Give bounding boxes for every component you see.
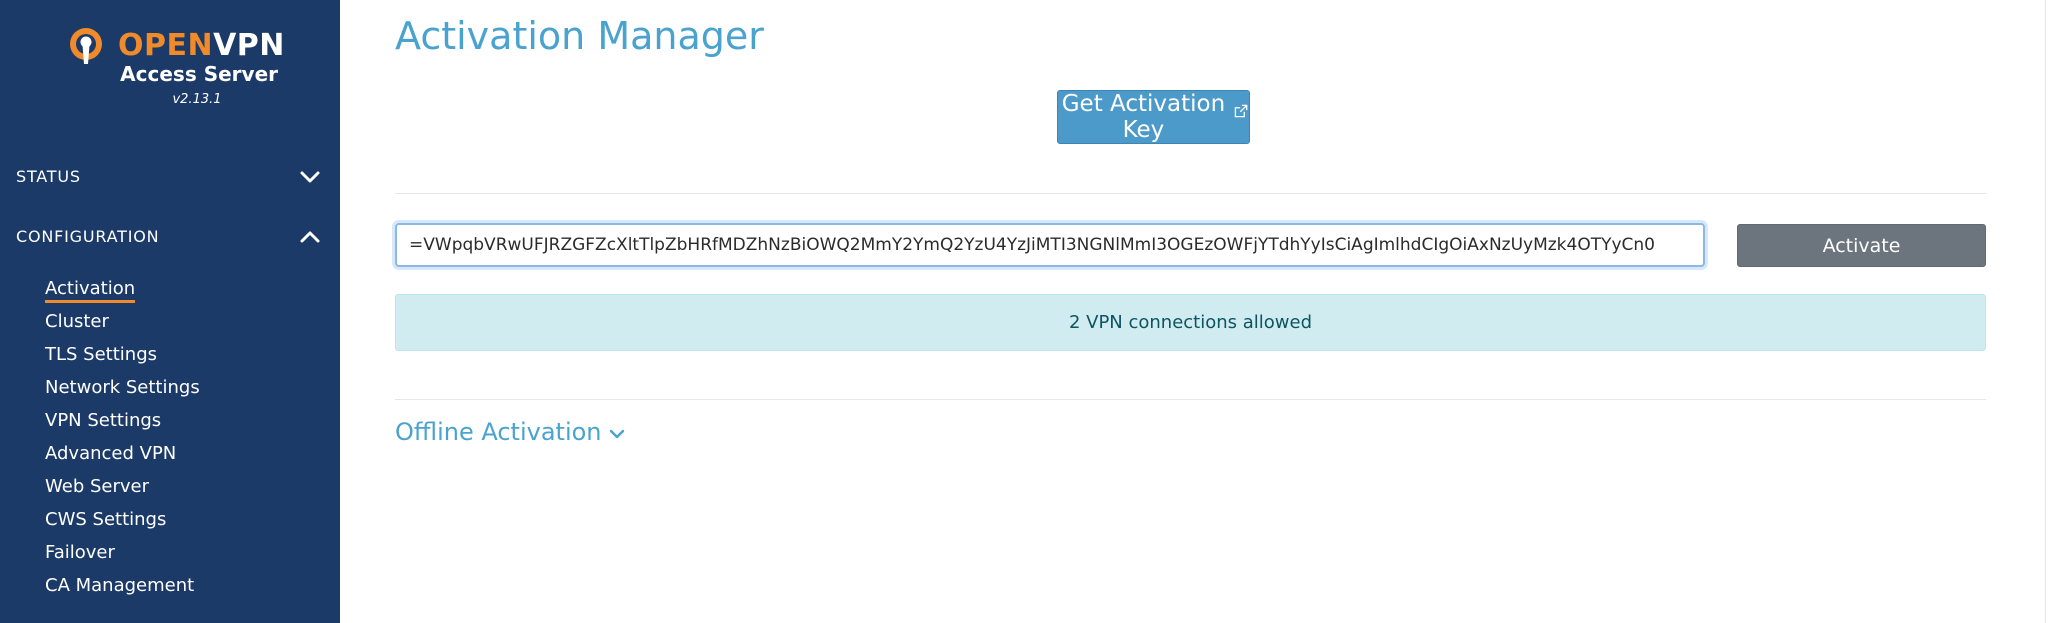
sidebar-item-label: Failover: [45, 542, 115, 563]
nav-section-status[interactable]: STATUS: [0, 157, 340, 197]
sidebar-item-activation[interactable]: Activation: [45, 274, 200, 307]
sidebar-item-label: VPN Settings: [45, 410, 162, 431]
brand-name: OPENVPN: [118, 28, 285, 63]
license-info-alert: 2 VPN connections allowed: [395, 294, 1986, 351]
brand-name-open: OPEN: [118, 28, 214, 63]
sidebar-item-web-server[interactable]: Web Server: [45, 472, 200, 505]
sidebar-item-label: Cluster: [45, 311, 109, 332]
sidebar-item-label: TLS Settings: [45, 344, 157, 365]
page-title: Activation Manager: [395, 14, 764, 58]
activate-button[interactable]: Activate: [1737, 224, 1986, 267]
sidebar-item-failover[interactable]: Failover: [45, 538, 200, 571]
main-content: Activation Manager Get Activation Key Ac…: [340, 0, 2048, 623]
activation-key-input[interactable]: [395, 223, 1705, 267]
chevron-down-icon: [300, 171, 320, 183]
version-label: v2.13.1: [172, 92, 222, 107]
sidebar-item-label: Web Server: [45, 476, 149, 497]
sidebar-item-vpn-settings[interactable]: VPN Settings: [45, 406, 200, 439]
sidebar-item-tls-settings[interactable]: TLS Settings: [45, 340, 200, 373]
sidebar: OPENVPN Access Server v2.13.1 STATUS CON…: [0, 0, 340, 623]
nav-section-status-label: STATUS: [16, 167, 81, 186]
sidebar-item-label: Activation: [45, 278, 136, 303]
configuration-menu: Activation Cluster TLS Settings Network …: [45, 274, 200, 604]
brand-name-vpn: VPN: [213, 28, 285, 63]
nav-section-configuration[interactable]: CONFIGURATION: [0, 217, 340, 257]
app-window: OPENVPN Access Server v2.13.1 STATUS CON…: [0, 0, 2048, 623]
scrollbar-edge: [2045, 0, 2046, 623]
sidebar-item-cluster[interactable]: Cluster: [45, 307, 200, 340]
brand-subtitle: Access Server: [120, 62, 278, 86]
sidebar-item-label: CWS Settings: [45, 509, 167, 530]
license-info-text: 2 VPN connections allowed: [1068, 312, 1313, 333]
openvpn-keyhole-icon: [70, 28, 102, 64]
nav-section-configuration-label: CONFIGURATION: [16, 227, 160, 246]
divider: [395, 193, 1986, 194]
offline-activation-label: Offline Activation: [395, 418, 602, 446]
sidebar-item-label: Advanced VPN: [45, 443, 177, 464]
sidebar-item-label: Network Settings: [45, 377, 200, 398]
get-activation-key-button[interactable]: Get Activation Key: [1057, 90, 1250, 144]
offline-activation-toggle[interactable]: Offline Activation: [395, 418, 626, 446]
sidebar-item-label: CA Management: [45, 575, 195, 596]
brand-logo[interactable]: OPENVPN Access Server v2.13.1: [62, 24, 292, 114]
chevron-down-icon: [609, 429, 624, 438]
sidebar-item-advanced-vpn[interactable]: Advanced VPN: [45, 439, 200, 472]
sidebar-item-cws-settings[interactable]: CWS Settings: [45, 505, 200, 538]
external-link-icon: [1234, 104, 1248, 118]
sidebar-item-network-settings[interactable]: Network Settings: [45, 373, 200, 406]
divider: [395, 399, 1986, 400]
sidebar-item-ca-management[interactable]: CA Management: [45, 571, 200, 604]
get-activation-key-label: Get Activation Key: [1061, 91, 1226, 143]
chevron-up-icon: [300, 231, 320, 243]
